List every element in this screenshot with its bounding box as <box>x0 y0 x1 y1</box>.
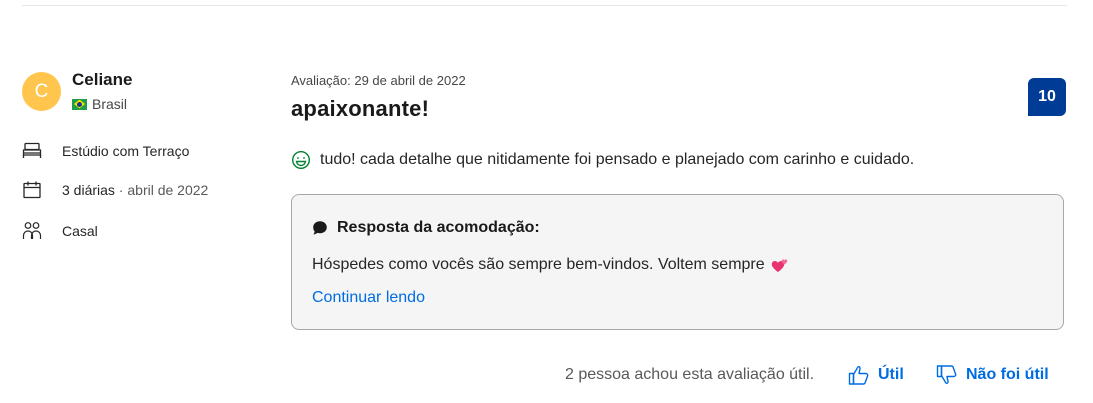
stay-separator: · <box>114 182 128 198</box>
country-label: Brasil <box>92 96 128 112</box>
speech-bubble-icon <box>313 221 327 235</box>
thumbs-down-icon <box>936 365 957 384</box>
helpful-count: 2 pessoa achou esta avaliação útil. <box>565 366 815 383</box>
stay-nights: 3 diárias <box>62 182 115 198</box>
bed-icon <box>22 142 42 158</box>
traveler-type: Casal <box>22 221 98 241</box>
positive-comment: tudo! cada detalhe que nitidamente foi p… <box>291 150 914 170</box>
stay-duration: 3 diárias · abril de 2022 <box>22 180 208 200</box>
property-response-title: Resposta da acomodação: <box>337 219 540 236</box>
avatar: C <box>22 72 61 111</box>
review-date: Avaliação: 29 de abril de 2022 <box>291 73 466 88</box>
traveler-type-label: Casal <box>62 223 98 239</box>
room-type: Estúdio com Terraço <box>22 141 189 161</box>
useful-label: Útil <box>878 366 904 383</box>
thumbs-up-icon <box>848 366 869 385</box>
useful-button[interactable]: Útil <box>848 361 904 389</box>
property-response-header: Resposta da acomodação: <box>312 219 540 237</box>
not-useful-button[interactable]: Não foi útil <box>936 361 1049 389</box>
group-icon <box>22 222 42 239</box>
reviewer-country: Brasil <box>72 96 127 112</box>
property-response-text: Hóspedes como vocês são sempre bem-vindo… <box>312 256 789 274</box>
score-badge: 10 <box>1028 78 1066 116</box>
review-title: apaixonante! <box>291 96 430 121</box>
smiley-icon <box>291 150 311 170</box>
brazil-flag-icon <box>72 98 87 110</box>
room-type-label: Estúdio com Terraço <box>62 143 190 159</box>
response-message: Hóspedes como vocês são sempre bem-vindo… <box>312 256 765 273</box>
continue-reading-link[interactable]: Continuar lendo <box>312 289 425 307</box>
positive-text: tudo! cada detalhe que nitidamente foi p… <box>320 151 915 168</box>
calendar-icon <box>23 181 41 199</box>
reviewer-name: Celiane <box>72 70 133 89</box>
property-response-box: Resposta da acomodação: Hóspedes como vo… <box>291 194 1064 330</box>
two-hearts-icon <box>771 259 787 272</box>
top-divider <box>22 5 1067 6</box>
not-useful-label: Não foi útil <box>966 366 1049 383</box>
stay-month: abril de 2022 <box>127 182 209 198</box>
